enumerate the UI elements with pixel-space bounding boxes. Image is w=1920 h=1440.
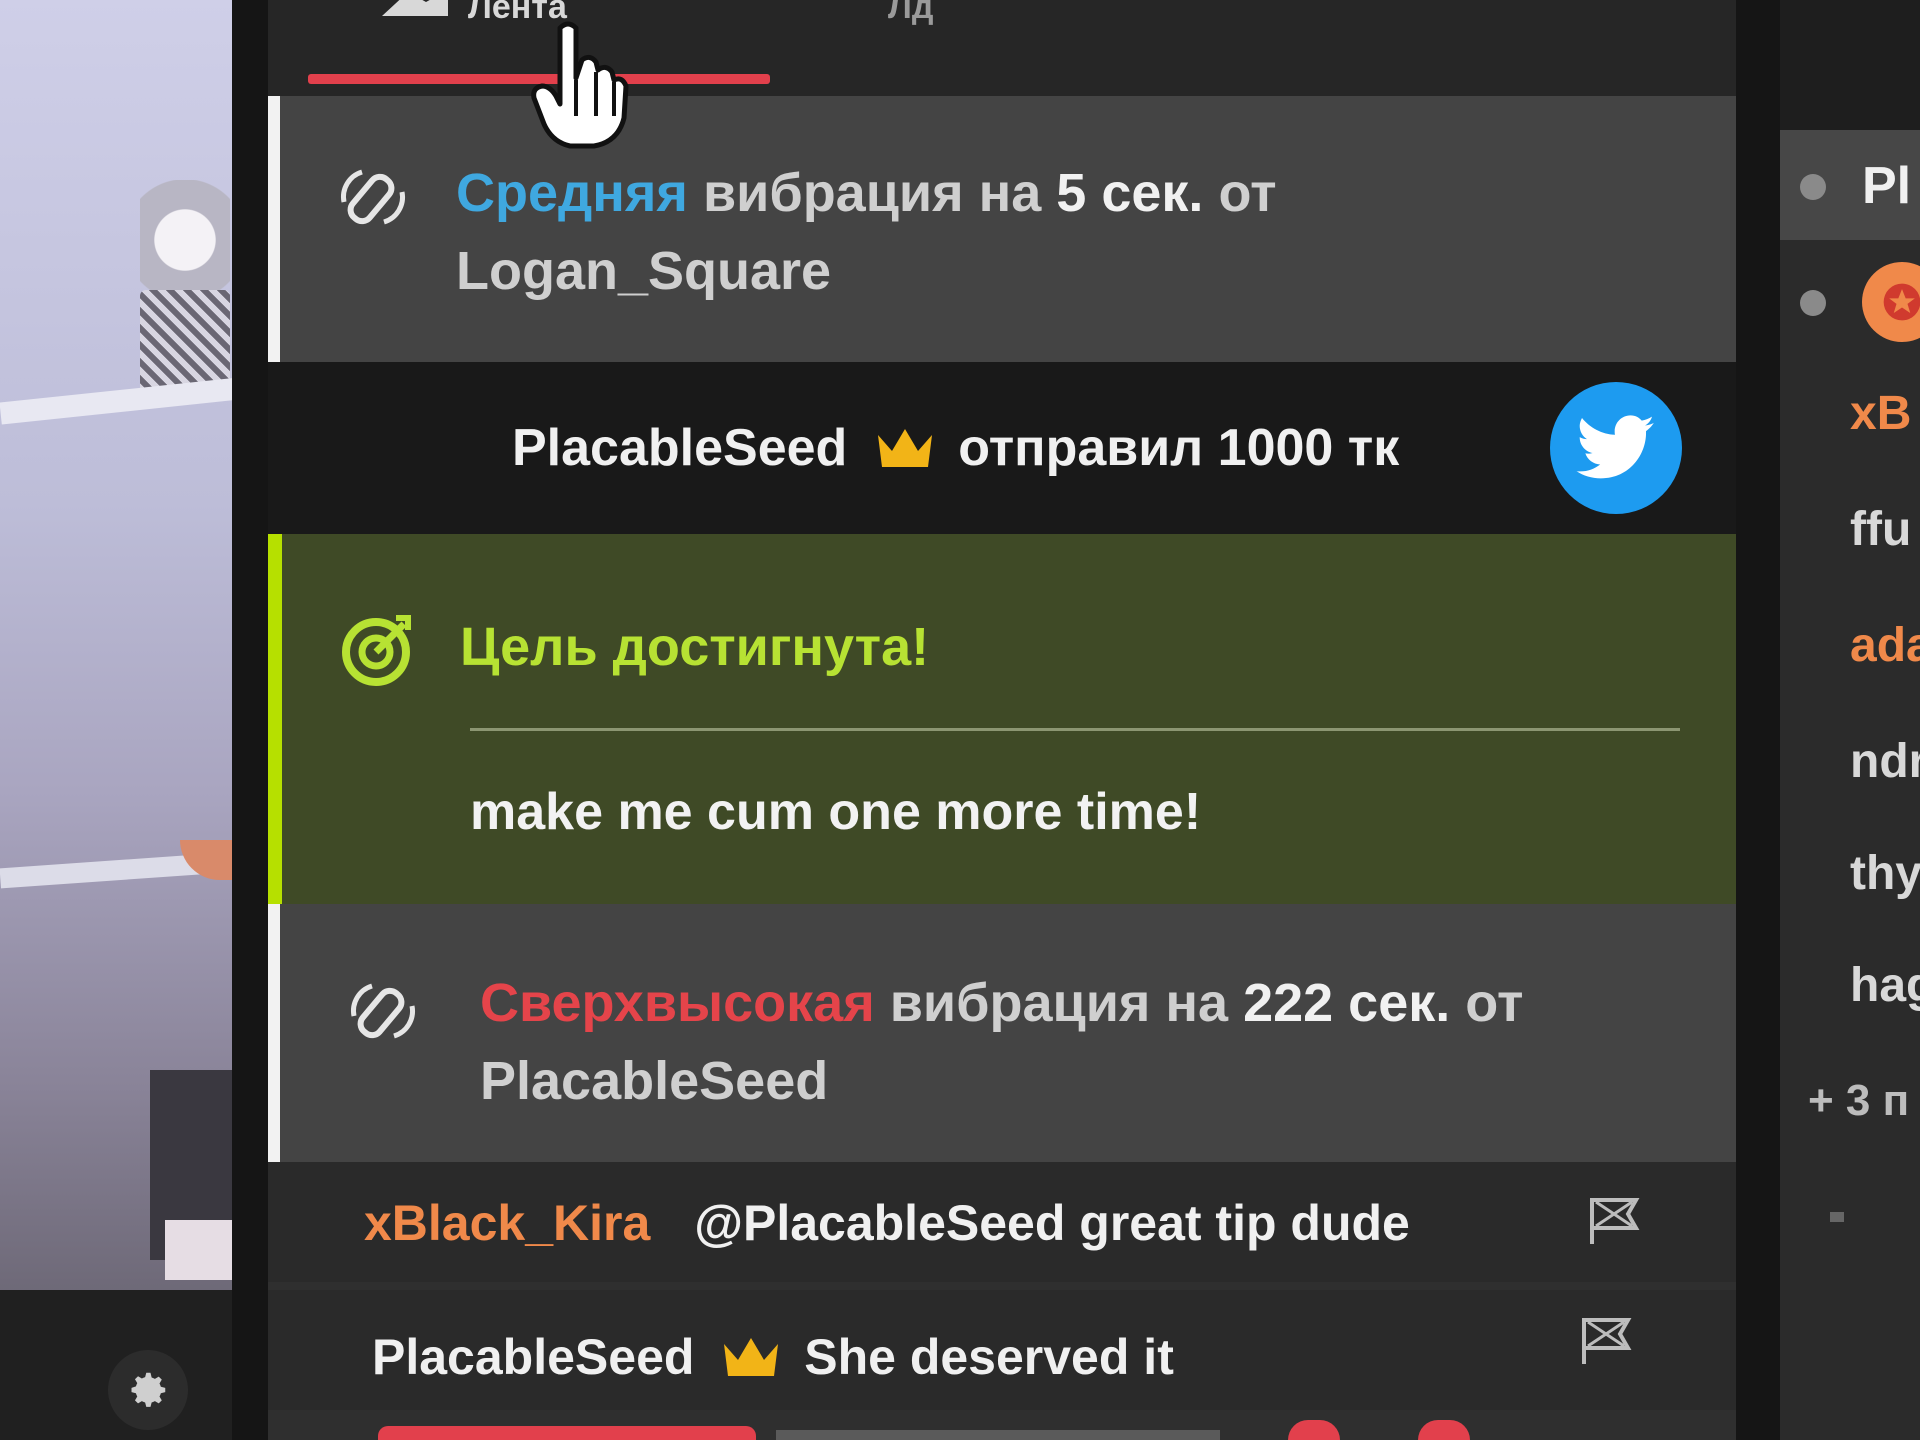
chat-input[interactable] <box>776 1430 1220 1440</box>
goal-target-icon <box>338 610 418 695</box>
chat-text: @PlacableSeed great tip dude <box>694 1195 1410 1251</box>
report-flag-icon[interactable] <box>1578 1312 1638 1373</box>
chat-line: PlacableSeed She deserved it <box>372 1328 1174 1392</box>
user-list-item[interactable]: ada <box>1850 618 1920 673</box>
vibration-event: Средняя вибрация на 5 сек. от Logan_Squa… <box>268 96 1736 362</box>
chat-line: xBlack_Kira @PlacableSeed great tip dude <box>364 1194 1410 1252</box>
chat-text: She deserved it <box>804 1329 1174 1385</box>
heart-icon[interactable] <box>1418 1420 1470 1440</box>
feed-tab-icon <box>378 0 458 31</box>
tab-bar: Лента Лд <box>268 0 1736 96</box>
vibration-from: от <box>1218 163 1277 223</box>
chat-message: PlacableSeed She deserved it <box>268 1290 1736 1410</box>
vip-star-icon <box>1862 262 1920 342</box>
chat-feed-panel: Лента Лд Средняя вибрация на 5 сек. от L… <box>268 0 1736 1440</box>
tip-user[interactable]: PlacableSeed <box>512 419 847 477</box>
vibration-middle: вибрация на <box>889 973 1229 1033</box>
user-list-item[interactable]: hag <box>1850 958 1920 1013</box>
chat-username[interactable]: xBlack_Kira <box>364 1195 650 1251</box>
users-panel: Pl xB ffu ada ndr thy hag + 3 п <box>1780 0 1920 1440</box>
vibration-level: Средняя <box>456 163 688 223</box>
vibration-text: Сверхвысокая вибрация на 222 сек. от Pla… <box>480 964 1680 1120</box>
user-list-item[interactable]: xB <box>1850 386 1911 441</box>
chat-username[interactable]: PlacableSeed <box>372 1329 694 1385</box>
vibration-level: Сверхвысокая <box>480 973 875 1033</box>
tip-button[interactable] <box>378 1426 756 1440</box>
vibration-duration: 222 сек. <box>1243 973 1451 1033</box>
status-dot <box>1800 290 1826 316</box>
video-shelf <box>0 377 241 425</box>
settings-button[interactable] <box>108 1350 188 1430</box>
twitter-icon <box>1576 415 1655 479</box>
vibration-middle: вибрация на <box>702 163 1042 223</box>
vibration-event: Сверхвысокая вибрация на 222 сек. от Pla… <box>268 904 1736 1162</box>
tip-action: отправил <box>958 419 1204 477</box>
goal-message: make me cum one more time! <box>470 783 1202 841</box>
vibration-user[interactable]: PlacableSeed <box>480 1051 828 1111</box>
user-list-item[interactable]: ndr <box>1850 734 1920 789</box>
tip-text: PlacableSeed отправил 1000 тк <box>512 418 1399 484</box>
tip-amount: 1000 тк <box>1217 419 1400 477</box>
vibration-user[interactable]: Logan_Square <box>456 241 831 301</box>
screen: Лента Лд Средняя вибрация на 5 сек. от L… <box>0 0 1920 1440</box>
vibration-duration: 5 сек. <box>1056 163 1204 223</box>
tab-second[interactable]: Лд <box>888 0 933 27</box>
vibration-icon <box>342 970 426 1059</box>
twitter-share-button[interactable] <box>1550 382 1682 514</box>
vibration-text: Средняя вибрация на 5 сек. от Logan_Squa… <box>456 154 1656 310</box>
hand-cursor-icon <box>530 20 630 155</box>
report-flag-icon[interactable] <box>1586 1192 1646 1253</box>
crown-icon <box>876 424 934 484</box>
crown-icon <box>722 1334 780 1392</box>
settings-gear-icon <box>131 1372 166 1407</box>
more-users-link[interactable]: + 3 п <box>1808 1076 1909 1126</box>
vibration-icon <box>332 156 416 245</box>
vibration-from: от <box>1465 973 1524 1033</box>
users-header-label: Pl <box>1862 157 1912 215</box>
status-dot <box>1800 174 1826 200</box>
goal-reached-event: Цель достигнута! make me cum one more ti… <box>268 534 1736 904</box>
user-list-item[interactable]: thy <box>1850 846 1920 901</box>
users-panel-top <box>1780 0 1920 130</box>
goal-divider <box>470 728 1680 731</box>
tip-event: PlacableSeed отправил 1000 тк <box>268 362 1736 534</box>
users-header: Pl <box>1780 130 1920 240</box>
chevron-up-icon[interactable] <box>1830 1212 1844 1222</box>
chat-message: xBlack_Kira @PlacableSeed great tip dude <box>268 1162 1736 1282</box>
heart-icon[interactable] <box>1288 1420 1340 1440</box>
user-list-item[interactable]: ffu <box>1850 502 1911 557</box>
goal-title: Цель достигнута! <box>460 617 930 677</box>
